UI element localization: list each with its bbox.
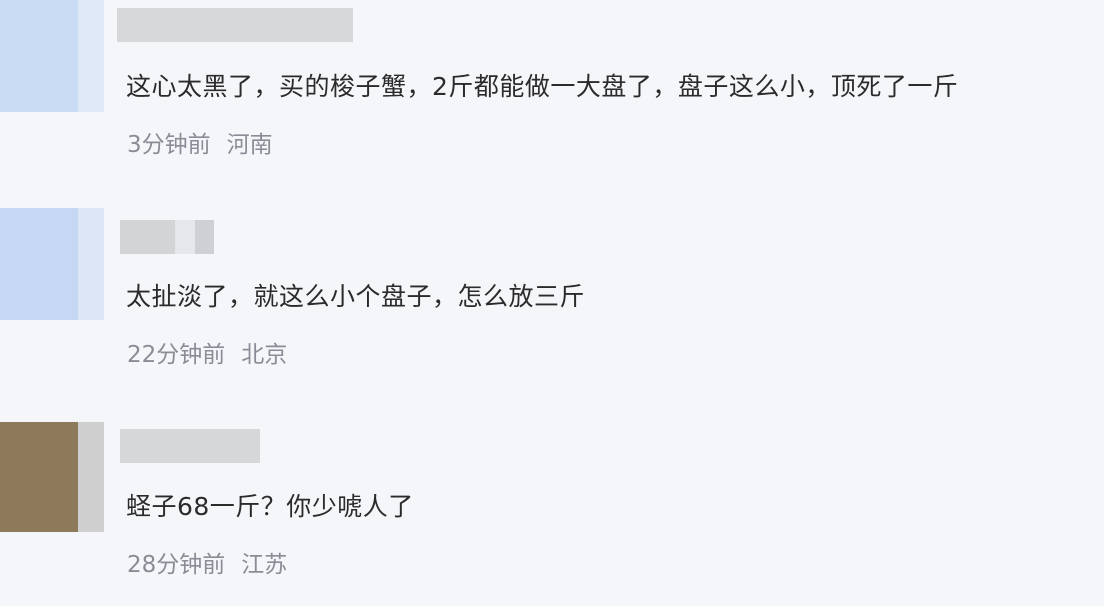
comment-item-1: 这心太黑了，买的梭子蟹，2斤都能做一大盘了，盘子这么小，顶死了一斤 3分钟前 河南 — [0, 0, 1104, 200]
comment-meta: 22分钟前 北京 — [127, 340, 287, 370]
comment-meta: 3分钟前 河南 — [127, 130, 273, 160]
username-blurred[interactable] — [120, 220, 214, 254]
avatar[interactable] — [0, 422, 104, 532]
comment-item-3: 蛏子68一斤？你少唬人了 28分钟前 江苏 — [0, 410, 1104, 606]
avatar[interactable] — [0, 0, 104, 112]
comment-time: 22分钟前 — [127, 342, 226, 368]
comment-list: { "comments": [ { "text": "这心太黑了，买的梭子蟹，2… — [0, 0, 1104, 606]
comment-location: 江苏 — [241, 552, 288, 578]
avatar[interactable] — [0, 208, 104, 320]
comment-text: 这心太黑了，买的梭子蟹，2斤都能做一大盘了，盘子这么小，顶死了一斤 — [126, 72, 959, 101]
comment-meta: 28分钟前 江苏 — [127, 550, 287, 580]
comment-location: 北京 — [241, 342, 288, 368]
username-blurred[interactable] — [120, 429, 260, 463]
comment-location: 河南 — [226, 132, 273, 158]
username-blurred[interactable] — [117, 8, 353, 42]
comment-time: 28分钟前 — [127, 552, 226, 578]
comment-time: 3分钟前 — [127, 132, 211, 158]
comment-text: 太扯淡了，就这么小个盘子，怎么放三斤 — [126, 282, 586, 311]
comment-item-2: 太扯淡了，就这么小个盘子，怎么放三斤 22分钟前 北京 — [0, 200, 1104, 410]
comment-text: 蛏子68一斤？你少唬人了 — [126, 492, 414, 521]
